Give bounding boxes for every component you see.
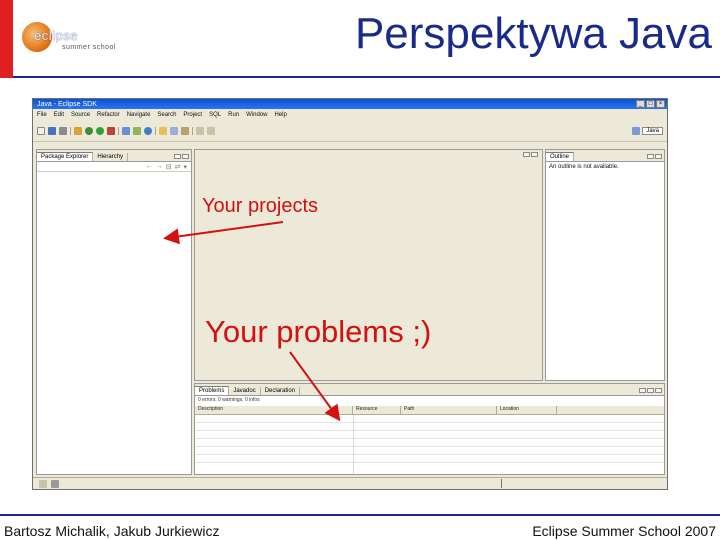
java-perspective-button[interactable]: Java <box>642 126 663 135</box>
back-arrow-icon[interactable]: ← <box>146 163 153 170</box>
maximize-problems-icon[interactable] <box>655 388 662 393</box>
main-toolbar: Java <box>33 120 667 142</box>
tab-outline[interactable]: Outline <box>546 152 575 161</box>
fast-view-icon[interactable] <box>39 479 47 488</box>
save-icon[interactable] <box>48 126 56 135</box>
window-titlebar[interactable]: Java - Eclipse SDK _ □ × <box>33 99 667 109</box>
minimize-outline-icon[interactable] <box>647 154 654 159</box>
outline-message: An outline is not available. <box>549 164 619 170</box>
logo-school-text: summer school <box>62 44 116 51</box>
menu-refactor[interactable]: Refactor <box>97 112 120 118</box>
eclipse-summer-school-logo: eclipse summer school <box>18 20 128 60</box>
menu-bar: File Edit Source Refactor Navigate Searc… <box>33 109 667 120</box>
package-explorer-toolbar: ← → ⊟ ⇄ ▾ <box>37 162 191 172</box>
table-row[interactable] <box>195 423 664 431</box>
toolbar-separator <box>155 126 156 135</box>
problems-pane: Problems Javadoc Declaration 0 errors, 0… <box>194 383 665 475</box>
tab-javadoc[interactable]: Javadoc <box>229 387 261 395</box>
annotation-your-projects: Your projects <box>202 195 318 217</box>
view-menu-icon[interactable]: ▾ <box>183 163 187 171</box>
toolbar-separator <box>118 126 119 135</box>
debug-icon[interactable] <box>85 126 93 135</box>
menu-edit[interactable]: Edit <box>54 112 64 118</box>
forward-arrow-icon[interactable]: → <box>156 163 163 170</box>
column-location[interactable]: Location <box>497 406 557 414</box>
window-title: Java - Eclipse SDK <box>37 100 97 108</box>
minimize-editor-icon[interactable] <box>523 152 530 157</box>
link-editor-icon[interactable]: ⇄ <box>175 163 181 171</box>
menu-run[interactable]: Run <box>228 112 239 118</box>
tab-hierarchy[interactable]: Hierarchy <box>93 153 129 161</box>
open-perspective-icon[interactable] <box>632 126 641 135</box>
perspective-switcher: Java <box>632 126 663 135</box>
title-divider <box>13 76 720 78</box>
maximize-button[interactable]: □ <box>646 100 655 108</box>
forward-icon[interactable] <box>207 126 215 135</box>
menu-project[interactable]: Project <box>183 112 202 118</box>
tab-declaration[interactable]: Declaration <box>261 387 301 395</box>
new-package-icon[interactable] <box>133 126 141 135</box>
package-explorer-pane: Package Explorer Hierarchy ← → ⊟ ⇄ ▾ <box>36 149 192 475</box>
logo-eclipse-text: eclipse <box>34 28 78 43</box>
open-type-icon[interactable] <box>159 126 167 135</box>
footer-divider <box>0 514 720 516</box>
menu-sql[interactable]: SQL <box>209 112 221 118</box>
footer-event: Eclipse Summer School 2007 <box>532 523 716 539</box>
new-icon[interactable] <box>37 126 45 135</box>
filter-icon[interactable] <box>639 388 646 393</box>
column-resource[interactable]: Resource <box>353 406 401 414</box>
close-button[interactable]: × <box>656 100 665 108</box>
annotation-your-problems: Your problems ;) <box>205 314 432 349</box>
run-icon[interactable] <box>96 126 104 135</box>
menu-navigate[interactable]: Navigate <box>127 112 151 118</box>
tab-problems[interactable]: Problems <box>195 386 230 395</box>
status-icon <box>51 479 59 488</box>
toolbar-separator <box>192 126 193 135</box>
table-row[interactable] <box>195 439 664 447</box>
column-path[interactable]: Path <box>401 406 497 414</box>
menu-search[interactable]: Search <box>157 112 176 118</box>
new-class-icon[interactable] <box>144 126 152 135</box>
maximize-outline-icon[interactable] <box>655 154 662 159</box>
table-row[interactable] <box>195 455 664 463</box>
search-icon[interactable] <box>170 126 178 135</box>
footer-authors: Bartosz Michalik, Jakub Jurkiewicz <box>4 523 220 539</box>
column-divider <box>353 415 354 474</box>
toolbar-separator <box>70 126 71 135</box>
build-icon[interactable] <box>74 126 82 135</box>
slide-title: Perspektywa Java <box>354 9 712 58</box>
print-icon[interactable] <box>59 126 67 135</box>
menu-window[interactable]: Window <box>246 112 267 118</box>
menu-file[interactable]: File <box>37 112 47 118</box>
open-task-icon[interactable] <box>181 126 189 135</box>
minimize-button[interactable]: _ <box>636 100 645 108</box>
slide-accent-bar <box>0 0 13 78</box>
new-java-project-icon[interactable] <box>122 126 130 135</box>
column-description[interactable]: Description <box>195 406 353 414</box>
outline-pane: Outline An outline is not available. <box>545 149 665 381</box>
table-row[interactable] <box>195 447 664 455</box>
problems-table: Description Resource Path Location <box>195 406 664 474</box>
status-separator <box>501 479 502 488</box>
menu-help[interactable]: Help <box>274 112 286 118</box>
problems-summary: 0 errors, 0 warnings, 0 infos <box>198 397 260 403</box>
back-icon[interactable] <box>196 126 204 135</box>
tab-package-explorer[interactable]: Package Explorer <box>37 152 94 161</box>
minimize-problems-icon[interactable] <box>647 388 654 393</box>
table-row[interactable] <box>195 415 664 423</box>
table-row[interactable] <box>195 431 664 439</box>
maximize-editor-icon[interactable] <box>531 152 538 157</box>
status-bar <box>33 477 667 489</box>
minimize-view-icon[interactable] <box>174 154 181 159</box>
eclipse-window: Java - Eclipse SDK _ □ × File Edit Sourc… <box>32 98 668 490</box>
maximize-view-icon[interactable] <box>182 154 189 159</box>
menu-source[interactable]: Source <box>71 112 90 118</box>
collapse-all-icon[interactable]: ⊟ <box>166 163 172 171</box>
external-tools-icon[interactable] <box>107 126 115 135</box>
